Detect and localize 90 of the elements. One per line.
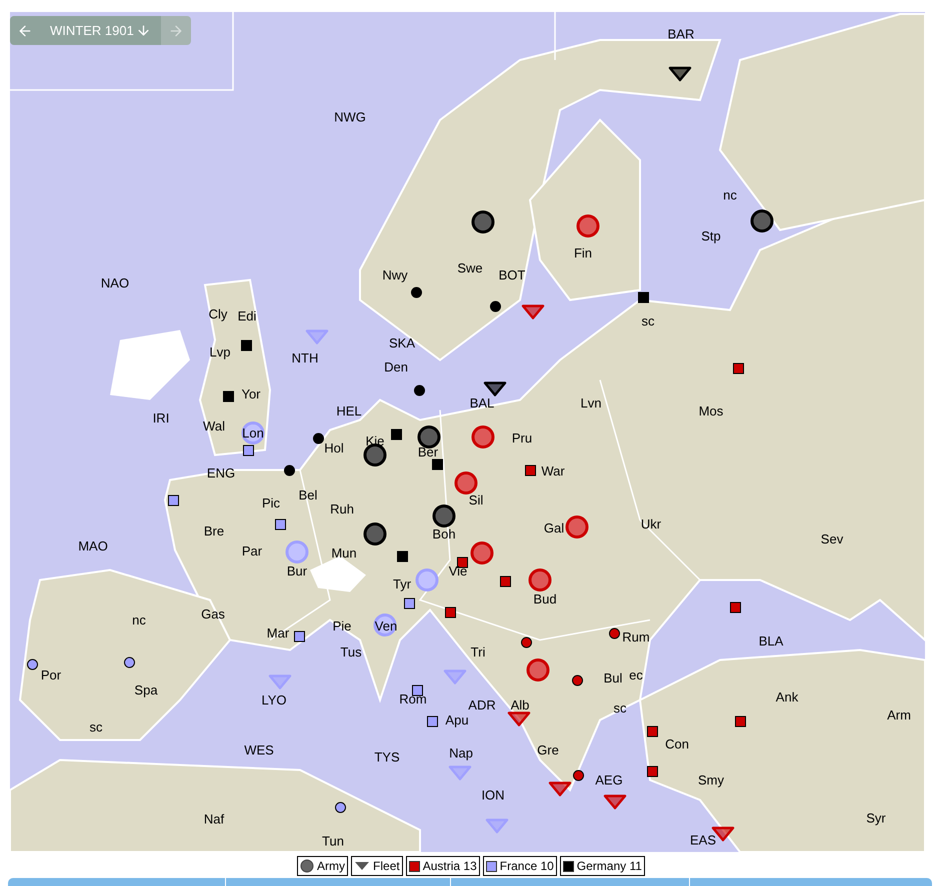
region-label: Sil <box>468 494 484 506</box>
region-label: Bur <box>286 564 308 578</box>
region-label: Ven <box>374 620 398 632</box>
region-label: nc <box>723 188 737 202</box>
region-label: Naf <box>204 812 224 826</box>
region-label: ION <box>481 788 505 802</box>
region-label: Cly <box>208 308 228 320</box>
region-label: Wal <box>203 420 225 432</box>
region-label: AEG <box>595 774 623 786</box>
region-label: Pic <box>262 496 280 510</box>
region-label: Pru <box>512 432 532 444</box>
arrow-right-icon <box>168 22 184 38</box>
region-label: SKA <box>389 336 415 350</box>
region-label: War <box>541 464 565 478</box>
region-label: Gas <box>201 608 225 620</box>
region-label: Den <box>384 360 408 374</box>
region-label: Ber <box>418 446 438 458</box>
region-label: Mun <box>331 546 357 560</box>
region-label: Ukr <box>640 518 662 530</box>
season-button[interactable]: WINTER 1901 <box>40 16 161 45</box>
region-label: Con <box>665 738 689 750</box>
region-label: Ruh <box>330 502 354 516</box>
region-label: sc <box>614 702 626 714</box>
region-label: TYS <box>374 750 400 764</box>
legend-label: Austria 13 <box>422 860 477 872</box>
region-label: Por <box>40 668 62 682</box>
region-label: Rom <box>399 692 427 706</box>
region-label: Spa <box>134 684 158 696</box>
region-label: HEL <box>336 404 362 418</box>
region-label: Par <box>242 544 262 558</box>
region-label: IRI <box>152 412 170 424</box>
region-label: BAR <box>668 28 694 40</box>
region-label: Mos <box>698 404 724 418</box>
region-label: Lvp <box>210 346 230 358</box>
region-label: BLA <box>758 634 784 648</box>
region-label: Nap <box>449 746 473 760</box>
region-label: Fin <box>574 246 592 260</box>
region-label: Lvn <box>580 396 602 410</box>
previous-button[interactable] <box>10 16 40 45</box>
region-label: sc <box>642 314 654 328</box>
region-label: Sev <box>820 532 844 546</box>
region-label: Alb <box>510 698 530 712</box>
region-label: Lon <box>242 426 264 440</box>
region-label: Tyr <box>392 578 412 590</box>
army-icon <box>300 859 314 873</box>
region-label: ENG <box>206 466 236 480</box>
region-label: MAO <box>78 540 108 552</box>
region-label: Yor <box>241 388 261 400</box>
legend-label: Germany 11 <box>576 860 642 872</box>
region-label: BOT <box>498 268 526 282</box>
region-label: Bud <box>533 592 557 606</box>
fleet-icon <box>354 861 370 871</box>
region-label: Gre <box>537 744 559 756</box>
legend-label: France 10 <box>500 860 554 872</box>
legend-label: Fleet <box>373 860 400 872</box>
arrow-down-icon <box>136 23 151 38</box>
region-label: WES <box>244 744 274 756</box>
region-label: Smy <box>698 774 724 786</box>
region-label: Bre <box>204 524 224 538</box>
region-label: Ank <box>776 690 798 704</box>
region-label: Vie <box>448 564 468 578</box>
region-label: Pie <box>332 620 352 632</box>
region-label: Arm <box>887 708 911 722</box>
region-label: Nwy <box>382 268 408 282</box>
region-label: Tri <box>470 646 486 658</box>
region-label: nc <box>132 614 146 626</box>
region-label: Apu <box>445 714 469 726</box>
region-label: EAS <box>690 834 716 846</box>
region-label: Mar <box>266 626 290 640</box>
region-label: NWG <box>334 110 366 124</box>
region-label: LYO <box>261 694 287 706</box>
region-label: BAL <box>470 396 494 410</box>
region-label: ADR <box>468 698 496 712</box>
region-label: Hol <box>324 442 344 454</box>
region-label: NAO <box>100 276 130 290</box>
region-label: Syr <box>866 812 886 824</box>
region-label: Tus <box>340 646 362 658</box>
legend-label: Army <box>317 860 346 872</box>
region-label: Bul <box>604 672 622 684</box>
region-label: Stp <box>701 230 721 242</box>
region-label: Edi <box>238 310 256 322</box>
region-label: sc <box>90 720 102 734</box>
region-label: ec <box>629 668 643 682</box>
region-label: Bel <box>298 488 318 502</box>
region-label: Swe <box>457 262 483 274</box>
region-label: NTH <box>292 352 318 364</box>
region-label: Tun <box>322 834 344 848</box>
region-label: Gal <box>544 522 564 534</box>
region-label: Rum <box>622 630 650 644</box>
region-label: Boh <box>432 528 456 540</box>
